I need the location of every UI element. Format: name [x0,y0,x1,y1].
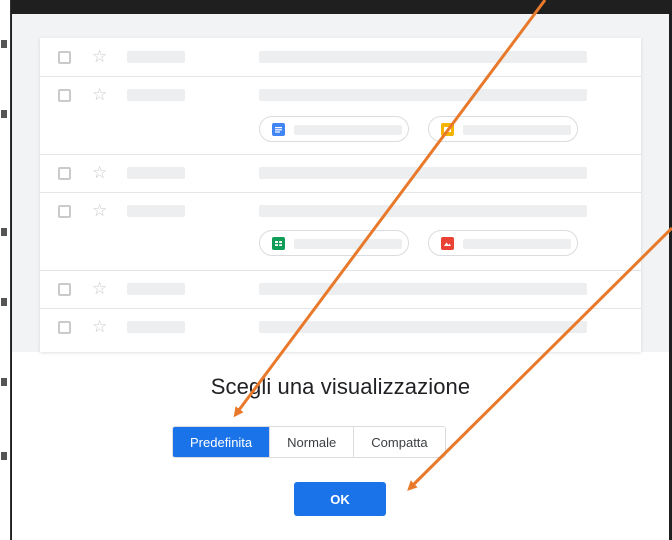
preview-inbox-list: ☆ ☆ ☆ ☆ ☆ ☆ [40,38,641,352]
preview-row: ☆ [40,192,641,271]
background-app-edge [0,0,11,540]
ok-button[interactable]: OK [294,482,386,516]
checkbox-icon [58,89,71,102]
attachment-chip [428,230,578,256]
checkbox-icon [58,321,71,334]
slides-icon [441,123,454,136]
density-option-normal[interactable]: Normale [270,427,355,457]
photo-icon [441,237,454,250]
star-icon: ☆ [92,317,108,336]
docs-icon [272,123,285,136]
sheets-icon [272,237,285,250]
density-option-default[interactable]: Predefinita [173,427,271,457]
attachment-chip [428,116,578,142]
density-preview: ☆ ☆ ☆ ☆ ☆ ☆ [12,14,669,352]
star-icon: ☆ [92,47,108,66]
density-segmented-control: Predefinita Normale Compatta [172,426,446,458]
checkbox-icon [58,167,71,180]
star-icon: ☆ [92,85,108,104]
preview-row: ☆ [40,270,641,309]
attachment-chip [259,116,409,142]
star-icon: ☆ [92,201,108,220]
density-option-compact[interactable]: Compatta [354,427,445,457]
star-icon: ☆ [92,163,108,182]
star-icon: ☆ [92,279,108,298]
preview-row: ☆ [40,308,641,352]
dialog-title: Scegli una visualizzazione [210,374,471,399]
attachment-chip [259,230,409,256]
preview-row: ☆ [40,38,641,77]
checkbox-icon [58,205,71,218]
preview-row: ☆ [40,154,641,193]
preview-row: ☆ [40,76,641,155]
checkbox-icon [58,51,71,64]
density-dialog: ☆ ☆ ☆ ☆ ☆ ☆ Scegli una visualizzazione P… [12,14,669,540]
checkbox-icon [58,283,71,296]
